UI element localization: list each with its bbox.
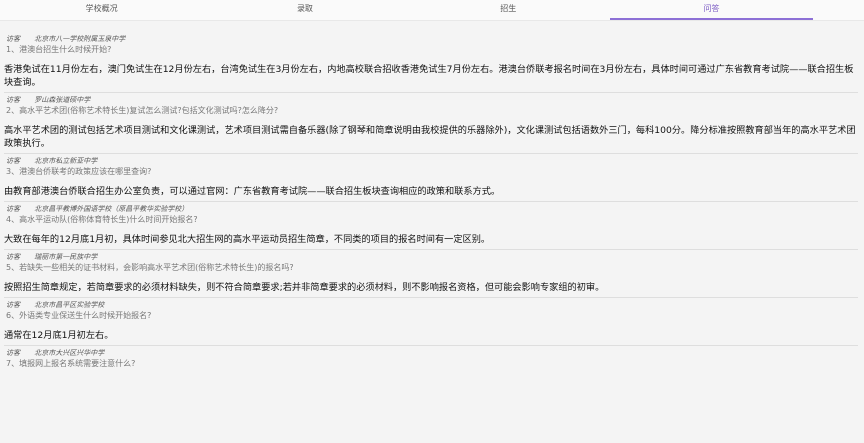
asker-school: 北京市昌平区实验学校 xyxy=(34,301,105,309)
answer-text: 大致在每年的12月底1月初，具体时间参见北大招生网的高水平运动员招生简章，不同类… xyxy=(4,234,491,245)
divider xyxy=(4,153,858,154)
qa-list: 访客 北京市八一学校附属玉泉中学 1、港澳台招生什么时候开始? 香港免试在11月… xyxy=(0,21,864,369)
answer-text: 香港免试在11月份左右，澳门免试生在12月份左右，台湾免试生在3月份左右，内地高… xyxy=(4,64,854,88)
tab-school-overview[interactable]: 学校概况 xyxy=(0,0,203,20)
asker-name: 访客 xyxy=(6,253,20,261)
asker-name: 访客 xyxy=(6,349,20,357)
answer-text: 高水平艺术团的测试包括艺术项目测试和文化课测试，艺术项目测试需自备乐器(除了钢琴… xyxy=(4,125,856,149)
qa-item: 访客 北京昌平教博外国语学校（原昌平教华实验学校） 4、高水平运动队(俗称体育特… xyxy=(4,205,858,246)
asker-name: 访客 xyxy=(6,301,20,309)
asker-line: 访客 北京市八一学校附属玉泉中学 xyxy=(4,35,858,44)
question-text: 6、外语类专业保送生什么时候开始报名? xyxy=(6,311,152,320)
asker-school: 北京市八一学校附属玉泉中学 xyxy=(34,35,126,43)
answer-text: 通常在12月底1月初左右。 xyxy=(4,330,114,341)
qa-item: 访客 瑞丽市第一民族中学 5、若缺失一些相关的证书材料，会影响高水平艺术团(俗称… xyxy=(4,253,858,294)
tab-enrollment[interactable]: 招生 xyxy=(407,0,610,20)
divider xyxy=(4,297,858,298)
question-text: 5、若缺失一些相关的证书材料，会影响高水平艺术团(俗称艺术特长生)的报名吗? xyxy=(6,263,294,272)
asker-school: 北京昌平教博外国语学校（原昌平教华实验学校） xyxy=(34,205,189,213)
tab-qa[interactable]: 问答 xyxy=(609,0,814,20)
asker-school: 瑞丽市第一民族中学 xyxy=(34,253,98,261)
asker-line: 访客 罗山森张道硕中学 xyxy=(4,96,858,105)
asker-name: 访客 xyxy=(6,96,20,104)
tab-admission[interactable]: 录取 xyxy=(203,0,406,20)
question-text: 2、高水平艺术团(俗称艺术特长生)复试怎么测试?包括文化测试吗?怎么降分? xyxy=(6,106,279,115)
question-text: 4、高水平运动队(俗称体育特长生)什么时间开始报名? xyxy=(6,215,198,224)
question-text: 1、港澳台招生什么时候开始? xyxy=(6,45,112,54)
asker-line: 访客 北京市大兴区兴华中学 xyxy=(4,349,858,358)
divider xyxy=(4,201,858,202)
question-text: 7、填报网上报名系统需要注意什么? xyxy=(6,359,136,368)
question-text: 3、港澳台侨联考的政策应该在哪里查询? xyxy=(6,167,152,176)
answer-text: 按照招生简章规定，若简章要求的必须材料缺失，则不符合简章要求;若并非简章要求的必… xyxy=(4,282,605,293)
divider xyxy=(4,92,858,93)
qa-item: 访客 北京市私立新亚中学 3、港澳台侨联考的政策应该在哪里查询? 由教育部港澳台… xyxy=(4,157,858,198)
asker-school: 北京市私立新亚中学 xyxy=(34,157,98,165)
asker-line: 访客 北京市昌平区实验学校 xyxy=(4,301,858,310)
qa-item: 访客 罗山森张道硕中学 2、高水平艺术团(俗称艺术特长生)复试怎么测试?包括文化… xyxy=(4,96,858,150)
divider xyxy=(4,249,858,250)
asker-school: 北京市大兴区兴华中学 xyxy=(34,349,105,357)
asker-line: 访客 瑞丽市第一民族中学 xyxy=(4,253,858,262)
qa-item: 访客 北京市昌平区实验学校 6、外语类专业保送生什么时候开始报名? 通常在12月… xyxy=(4,301,858,342)
divider xyxy=(4,345,858,346)
asker-name: 访客 xyxy=(6,35,20,43)
tab-spacer xyxy=(813,0,864,20)
answer-text: 由教育部港澳台侨联合招生办公室负责，可以通过官网：广东省教育考试院——联合招生板… xyxy=(4,186,501,197)
qa-item: 访客 北京市八一学校附属玉泉中学 1、港澳台招生什么时候开始? 香港免试在11月… xyxy=(4,35,858,89)
asker-name: 访客 xyxy=(6,157,20,165)
tab-bar: 学校概况 录取 招生 问答 xyxy=(0,0,864,21)
asker-school: 罗山森张道硕中学 xyxy=(34,96,91,104)
asker-line: 访客 北京市私立新亚中学 xyxy=(4,157,858,166)
qa-item: 访客 北京市大兴区兴华中学 7、填报网上报名系统需要注意什么? xyxy=(4,349,858,369)
asker-name: 访客 xyxy=(6,205,20,213)
asker-line: 访客 北京昌平教博外国语学校（原昌平教华实验学校） xyxy=(4,205,858,214)
